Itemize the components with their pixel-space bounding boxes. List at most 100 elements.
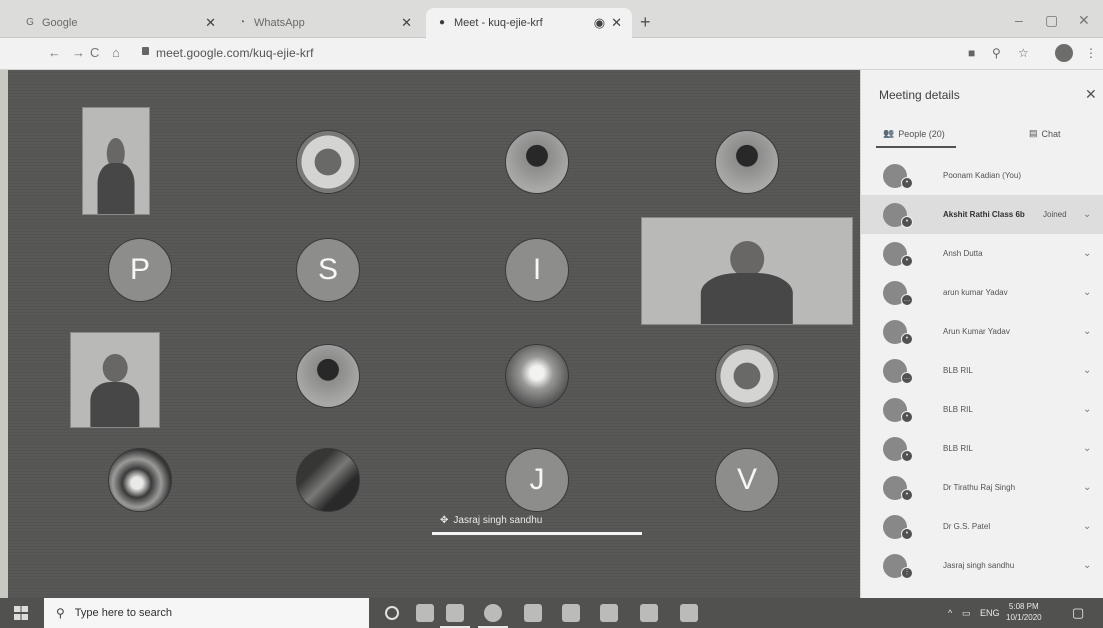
- tab-label: Chat: [1041, 128, 1061, 139]
- tab-chat[interactable]: ▤ Chat: [1029, 128, 1061, 139]
- chevron-down-icon[interactable]: ⌄: [1083, 482, 1091, 493]
- chevron-down-icon[interactable]: ⌄: [1083, 209, 1091, 220]
- participant-avatar-letter[interactable]: P: [108, 238, 172, 302]
- edge-icon[interactable]: [446, 604, 464, 622]
- participant-name: BLB RIL: [943, 405, 973, 414]
- participant-video-tile[interactable]: [641, 217, 853, 325]
- close-icon[interactable]: ✕: [611, 15, 622, 31]
- participant-name: Poonam Kadian (You): [943, 171, 1021, 180]
- chrome-icon[interactable]: [484, 604, 502, 622]
- list-item[interactable]: • Poonam Kadian (You): [861, 156, 1103, 195]
- list-item[interactable]: • Ansh Dutta ⌄: [861, 234, 1103, 273]
- participant-avatar-logo[interactable]: [296, 130, 360, 194]
- status-badge: •: [901, 489, 913, 501]
- participant-avatar-image[interactable]: [108, 448, 172, 512]
- tab-people[interactable]: 👥 People (20): [883, 128, 945, 139]
- recording-dot-icon: ◉: [593, 15, 606, 30]
- participant-name: Dr Tirathu Raj Singh: [943, 483, 1016, 492]
- chevron-down-icon[interactable]: ⌄: [1083, 326, 1091, 337]
- tab-google[interactable]: G Google ✕: [14, 8, 226, 38]
- chat-icon: ▤: [1029, 128, 1038, 138]
- participant-avatar-letter[interactable]: I: [505, 238, 569, 302]
- profile-avatar-icon[interactable]: [1055, 44, 1073, 62]
- reload-icon[interactable]: C: [90, 45, 99, 60]
- task-view-icon[interactable]: [416, 604, 434, 622]
- teams-icon[interactable]: [680, 604, 698, 622]
- active-speaker-label: ✥ Jasraj singh sandhu: [440, 515, 542, 526]
- participant-avatar-photo[interactable]: [715, 130, 779, 194]
- list-item[interactable]: • BLB RIL ⌄: [861, 429, 1103, 468]
- participant-name: Ansh Dutta: [943, 249, 983, 258]
- more-icon: …: [901, 372, 913, 384]
- tab-label: People (20): [898, 128, 945, 139]
- participant-avatar-photo[interactable]: [296, 344, 360, 408]
- chevron-down-icon[interactable]: ⌄: [1083, 287, 1091, 298]
- forward-icon[interactable]: →: [72, 45, 85, 60]
- menu-kebab-icon[interactable]: ⋮: [1085, 46, 1097, 60]
- tab-title: Google: [42, 17, 78, 29]
- minimize-icon[interactable]: –: [1015, 12, 1023, 28]
- close-window-icon[interactable]: ✕: [1078, 12, 1090, 29]
- list-item[interactable]: • Arun Kumar Yadav ⌄: [861, 312, 1103, 351]
- participant-avatar-letter[interactable]: S: [296, 238, 360, 302]
- zoom-icon[interactable]: ⚲: [992, 46, 1001, 60]
- bookmark-star-icon[interactable]: ☆: [1018, 46, 1029, 60]
- word-icon[interactable]: [524, 604, 542, 622]
- chevron-down-icon[interactable]: ⌄: [1083, 521, 1091, 532]
- status-badge: •: [901, 528, 913, 540]
- tab-whatsapp[interactable]: ◔ WhatsApp ✕: [226, 8, 422, 38]
- chevron-down-icon[interactable]: ⌄: [1083, 248, 1091, 259]
- list-item[interactable]: • Akshit Rathi Class 6b Joined ⌄: [861, 195, 1103, 234]
- participant-video-tile[interactable]: [82, 107, 150, 215]
- chevron-down-icon[interactable]: ⌄: [1083, 404, 1091, 415]
- close-icon[interactable]: ✕: [401, 15, 412, 31]
- excel-icon[interactable]: [640, 604, 658, 622]
- participant-name: arun kumar Yadav: [943, 288, 1008, 297]
- close-icon[interactable]: ✕: [205, 15, 216, 31]
- tray-expand-icon[interactable]: ^: [948, 608, 952, 618]
- participant-avatar-logo[interactable]: [715, 344, 779, 408]
- list-item[interactable]: … arun kumar Yadav ⌄: [861, 273, 1103, 312]
- participant-head: [102, 353, 128, 382]
- network-icon[interactable]: ▭: [962, 608, 971, 619]
- participant-name: Dr G.S. Patel: [943, 522, 991, 531]
- participant-avatar-image[interactable]: [296, 448, 360, 512]
- participant-avatar-photo[interactable]: [505, 344, 569, 408]
- address-bar[interactable]: meet.google.com/kuq-ejie-krf: [156, 46, 314, 60]
- list-item[interactable]: ⋮ Jasraj singh sandhu ⌄: [861, 546, 1103, 585]
- participant-avatar-photo[interactable]: [505, 130, 569, 194]
- camera-icon[interactable]: ■: [968, 46, 975, 60]
- calendar-icon[interactable]: [562, 604, 580, 622]
- chevron-down-icon[interactable]: ⌄: [1083, 560, 1091, 571]
- windows-start-icon[interactable]: [14, 606, 28, 620]
- chevron-down-icon[interactable]: ⌄: [1083, 365, 1091, 376]
- close-icon[interactable]: ✕: [1085, 86, 1097, 103]
- participant-body: [700, 273, 794, 324]
- maximize-icon[interactable]: ▢: [1045, 12, 1058, 29]
- participant-video-tile[interactable]: [70, 332, 160, 428]
- lock-icon: [142, 47, 149, 55]
- active-speaker-bar: [432, 532, 642, 535]
- language-indicator[interactable]: ENG: [980, 608, 1000, 618]
- list-item[interactable]: • BLB RIL ⌄: [861, 390, 1103, 429]
- taskbar-search-input[interactable]: ⚲ Type here to search: [44, 598, 369, 628]
- participant-avatar-letter[interactable]: J: [505, 448, 569, 512]
- notification-icon[interactable]: ▢: [1072, 605, 1084, 621]
- powerpoint-icon[interactable]: [600, 604, 618, 622]
- meet-icon: ●: [438, 17, 446, 28]
- list-item[interactable]: • Dr G.S. Patel ⌄: [861, 507, 1103, 546]
- search-icon: ⚲: [56, 606, 65, 620]
- chevron-down-icon[interactable]: ⌄: [1083, 443, 1091, 454]
- new-tab-button[interactable]: +: [640, 13, 651, 31]
- list-item[interactable]: • Dr Tirathu Raj Singh ⌄: [861, 468, 1103, 507]
- participant-avatar-letter[interactable]: V: [715, 448, 779, 512]
- cortana-icon[interactable]: [385, 606, 399, 620]
- tab-meet[interactable]: ● Meet - kuq-ejie-krf ◉ ✕: [426, 8, 632, 38]
- people-icon: 👥: [883, 128, 895, 138]
- taskbar-clock[interactable]: 5:08 PM 10/1/2020: [1006, 601, 1042, 623]
- back-icon[interactable]: ←: [48, 45, 61, 60]
- participant-name: BLB RIL: [943, 366, 973, 375]
- list-item[interactable]: … BLB RIL ⌄: [861, 351, 1103, 390]
- join-status: Joined: [1043, 210, 1067, 219]
- home-icon[interactable]: ⌂: [112, 45, 120, 60]
